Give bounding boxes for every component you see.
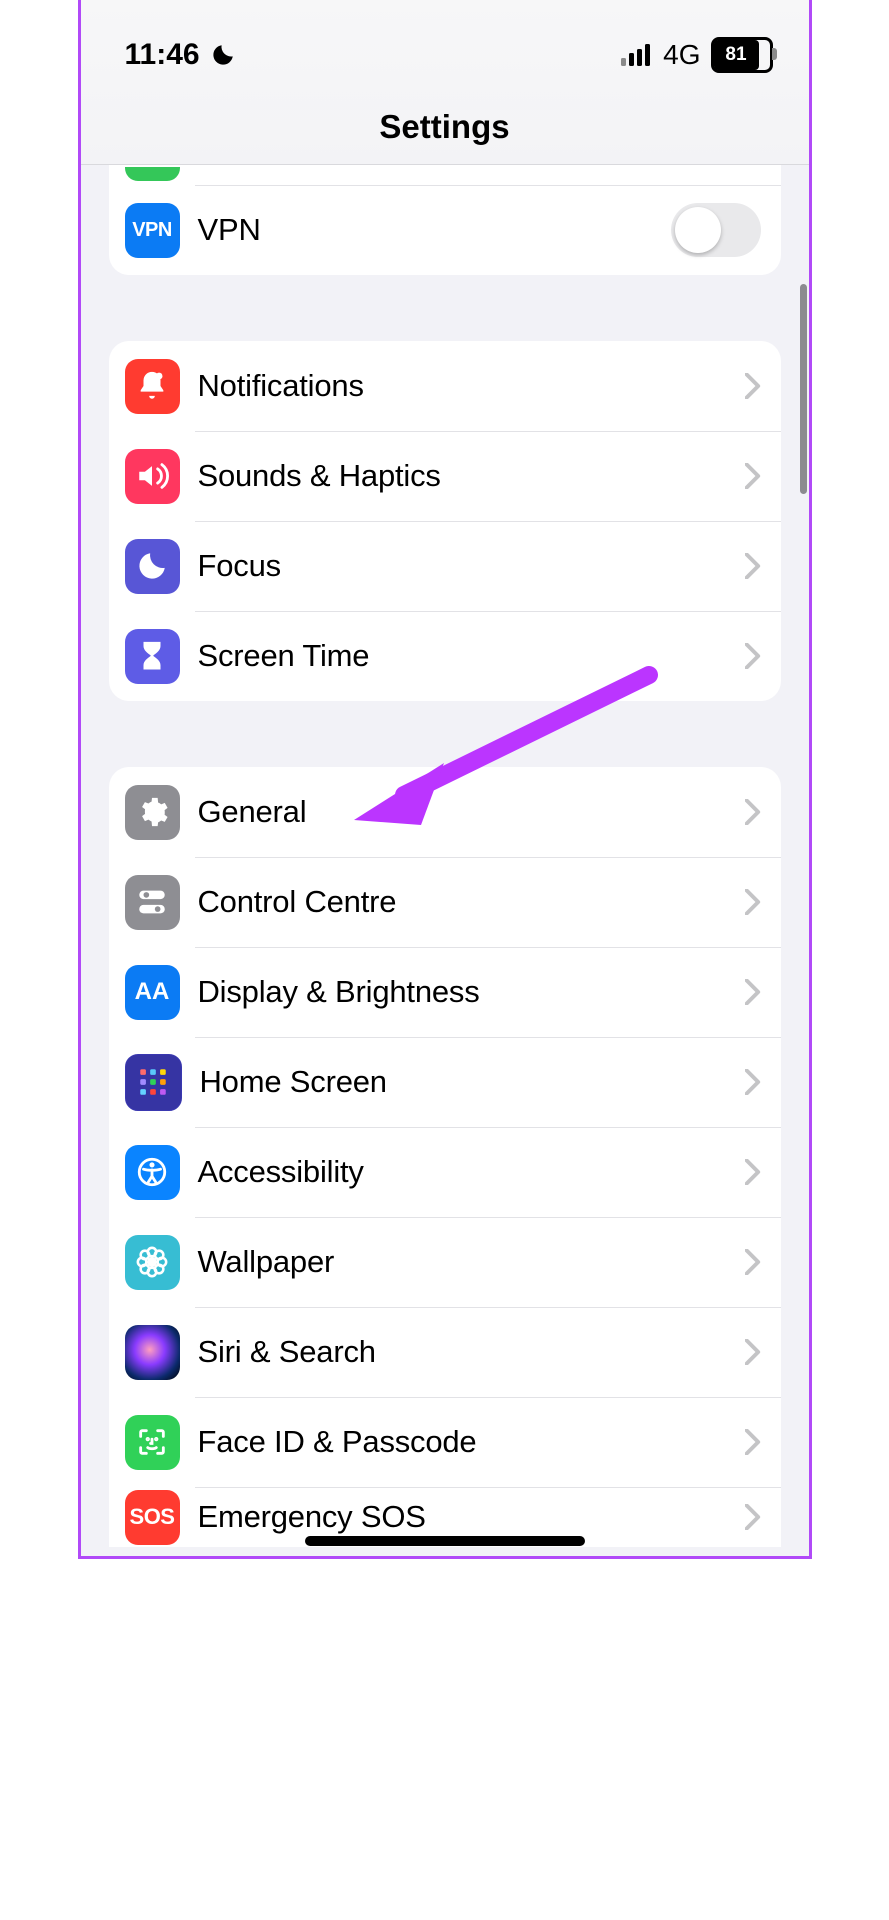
row-label: Siri & Search	[198, 1334, 745, 1370]
app-grid-icon	[125, 1054, 182, 1111]
moon-icon	[125, 539, 180, 594]
row-home-screen[interactable]: Home Screen	[109, 1037, 781, 1127]
sos-icon: SOS	[125, 1490, 180, 1545]
settings-list[interactable]: VPN VPN Notifications Sounds & Haptics	[81, 165, 809, 1547]
face-id-icon	[125, 1415, 180, 1470]
chevron-right-icon	[745, 1249, 761, 1275]
truncated-icon	[125, 167, 180, 181]
row-display[interactable]: AA Display & Brightness	[109, 947, 781, 1037]
group-general: General Control Centre AA Display & Brig…	[109, 767, 781, 1547]
row-label: VPN	[198, 212, 671, 248]
row-vpn[interactable]: VPN VPN	[109, 185, 781, 275]
row-control-centre[interactable]: Control Centre	[109, 857, 781, 947]
row-label: Display & Brightness	[198, 974, 745, 1010]
status-right: 4G 81	[621, 37, 772, 73]
row-focus[interactable]: Focus	[109, 521, 781, 611]
row-wallpaper[interactable]: Wallpaper	[109, 1217, 781, 1307]
row-accessibility[interactable]: Accessibility	[109, 1127, 781, 1217]
row-truncated[interactable]	[109, 165, 781, 185]
chevron-right-icon	[745, 1504, 761, 1530]
flower-icon	[125, 1235, 180, 1290]
chevron-right-icon	[745, 1429, 761, 1455]
settings-screen: 11:46 4G 81	[81, 0, 809, 1556]
row-general[interactable]: General	[109, 767, 781, 857]
row-label: Accessibility	[198, 1154, 745, 1190]
status-bar: 11:46 4G 81	[81, 0, 809, 84]
gear-icon	[125, 785, 180, 840]
group-network: VPN VPN	[109, 165, 781, 275]
row-label: Screen Time	[198, 638, 745, 674]
chevron-right-icon	[745, 553, 761, 579]
home-indicator[interactable]	[305, 1536, 585, 1546]
row-sounds[interactable]: Sounds & Haptics	[109, 431, 781, 521]
vpn-icon: VPN	[125, 203, 180, 258]
group-alerts: Notifications Sounds & Haptics Focus	[109, 341, 781, 701]
battery-percent: 81	[725, 44, 746, 66]
accessibility-icon	[125, 1145, 180, 1200]
row-siri[interactable]: Siri & Search	[109, 1307, 781, 1397]
header: 11:46 4G 81	[81, 0, 809, 165]
row-label: Focus	[198, 548, 745, 584]
row-notifications[interactable]: Notifications	[109, 341, 781, 431]
row-label: Face ID & Passcode	[198, 1424, 745, 1460]
chevron-right-icon	[745, 799, 761, 825]
row-label: Emergency SOS	[198, 1499, 745, 1535]
status-time: 11:46	[125, 38, 200, 72]
row-label: Control Centre	[198, 884, 745, 920]
chevron-right-icon	[745, 979, 761, 1005]
network-type: 4G	[663, 39, 700, 71]
status-left: 11:46	[125, 38, 236, 72]
chevron-right-icon	[745, 1069, 761, 1095]
cellular-signal-icon	[621, 44, 653, 66]
speaker-icon	[125, 449, 180, 504]
row-label: Wallpaper	[198, 1244, 745, 1280]
chevron-right-icon	[745, 463, 761, 489]
switches-icon	[125, 875, 180, 930]
row-screen-time[interactable]: Screen Time	[109, 611, 781, 701]
siri-icon	[125, 1325, 180, 1380]
row-label: General	[198, 794, 745, 830]
hourglass-icon	[125, 629, 180, 684]
dnd-moon-icon	[210, 42, 236, 68]
scrollbar[interactable]	[800, 284, 807, 494]
chevron-right-icon	[745, 1339, 761, 1365]
row-label: Notifications	[198, 368, 745, 404]
chevron-right-icon	[745, 1159, 761, 1185]
vpn-toggle[interactable]	[671, 203, 761, 257]
bell-icon	[125, 359, 180, 414]
row-label: Sounds & Haptics	[198, 458, 745, 494]
chevron-right-icon	[745, 889, 761, 915]
row-label: Home Screen	[200, 1064, 745, 1100]
page-title: Settings	[81, 108, 809, 146]
text-size-icon: AA	[125, 965, 180, 1020]
chevron-right-icon	[745, 643, 761, 669]
battery-icon: 81	[711, 37, 773, 73]
chevron-right-icon	[745, 373, 761, 399]
row-face-id[interactable]: Face ID & Passcode	[109, 1397, 781, 1487]
